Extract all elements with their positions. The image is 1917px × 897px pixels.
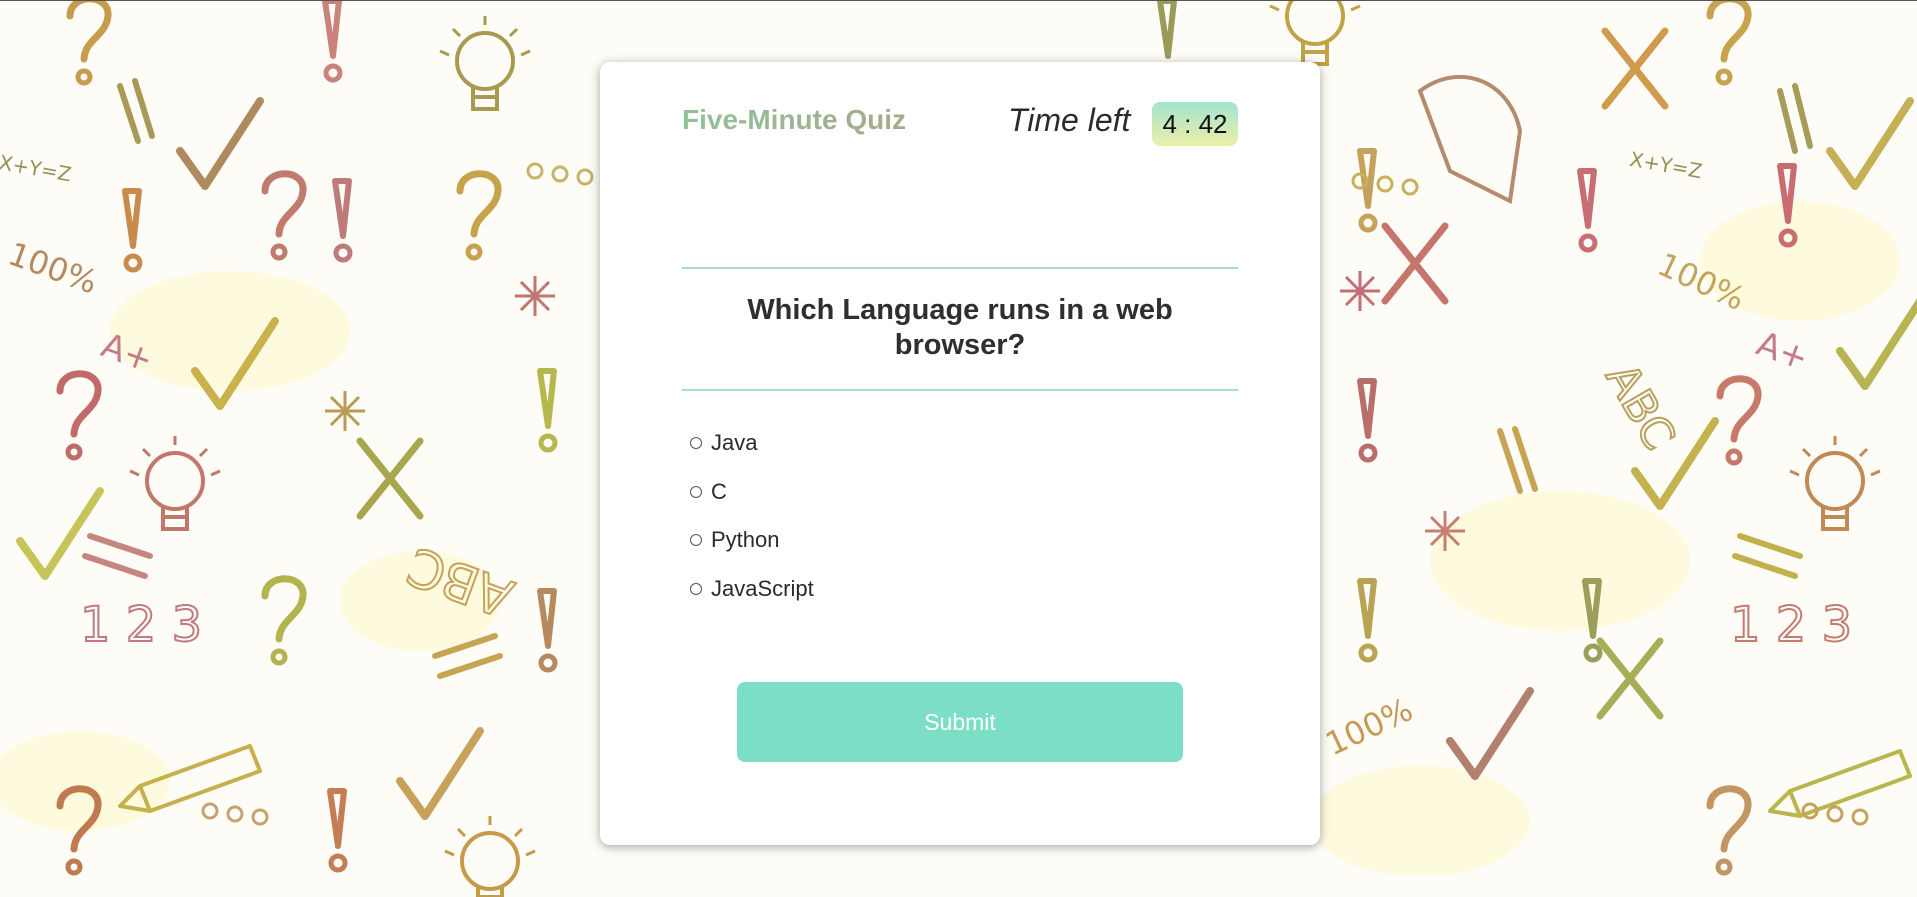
radio-button[interactable] bbox=[690, 534, 702, 547]
divider-bottom bbox=[682, 389, 1238, 391]
svg-text:100%: 100% bbox=[1320, 690, 1419, 763]
option-label: Java bbox=[711, 430, 758, 456]
svg-text:X+Y=Z: X+Y=Z bbox=[0, 150, 73, 186]
svg-text:1 2 3: 1 2 3 bbox=[1730, 597, 1852, 653]
option-python[interactable]: Python bbox=[690, 516, 814, 565]
quiz-title: Five-Minute Quiz bbox=[682, 104, 906, 135]
quiz-card: Five-Minute Quiz Time left 4 : 42 Which … bbox=[600, 62, 1320, 845]
radio-button[interactable] bbox=[690, 437, 702, 450]
radio-button[interactable] bbox=[690, 582, 702, 595]
radio-button[interactable] bbox=[690, 485, 702, 498]
svg-text:1 2 3: 1 2 3 bbox=[80, 597, 202, 653]
question-text: Which Language runs in a web browser? bbox=[747, 294, 1173, 361]
option-label: C bbox=[711, 478, 727, 504]
timer-badge: 4 : 42 bbox=[1152, 102, 1238, 146]
option-label: JavaScript bbox=[711, 575, 814, 601]
svg-text:100%: 100% bbox=[3, 235, 102, 302]
timer-label: Time left bbox=[1008, 102, 1131, 138]
option-javascript[interactable]: JavaScript bbox=[690, 565, 814, 614]
option-label: Python bbox=[711, 527, 780, 553]
submit-button[interactable]: Submit bbox=[737, 682, 1183, 762]
option-java[interactable]: Java bbox=[690, 419, 814, 468]
divider-top bbox=[682, 267, 1238, 269]
svg-text:A+: A+ bbox=[1751, 324, 1813, 379]
option-c[interactable]: C bbox=[690, 468, 814, 517]
answer-options: Java C Python JavaScript bbox=[690, 419, 814, 613]
svg-text:ABC: ABC bbox=[1595, 355, 1684, 459]
svg-text:X+Y=Z: X+Y=Z bbox=[1628, 147, 1704, 183]
